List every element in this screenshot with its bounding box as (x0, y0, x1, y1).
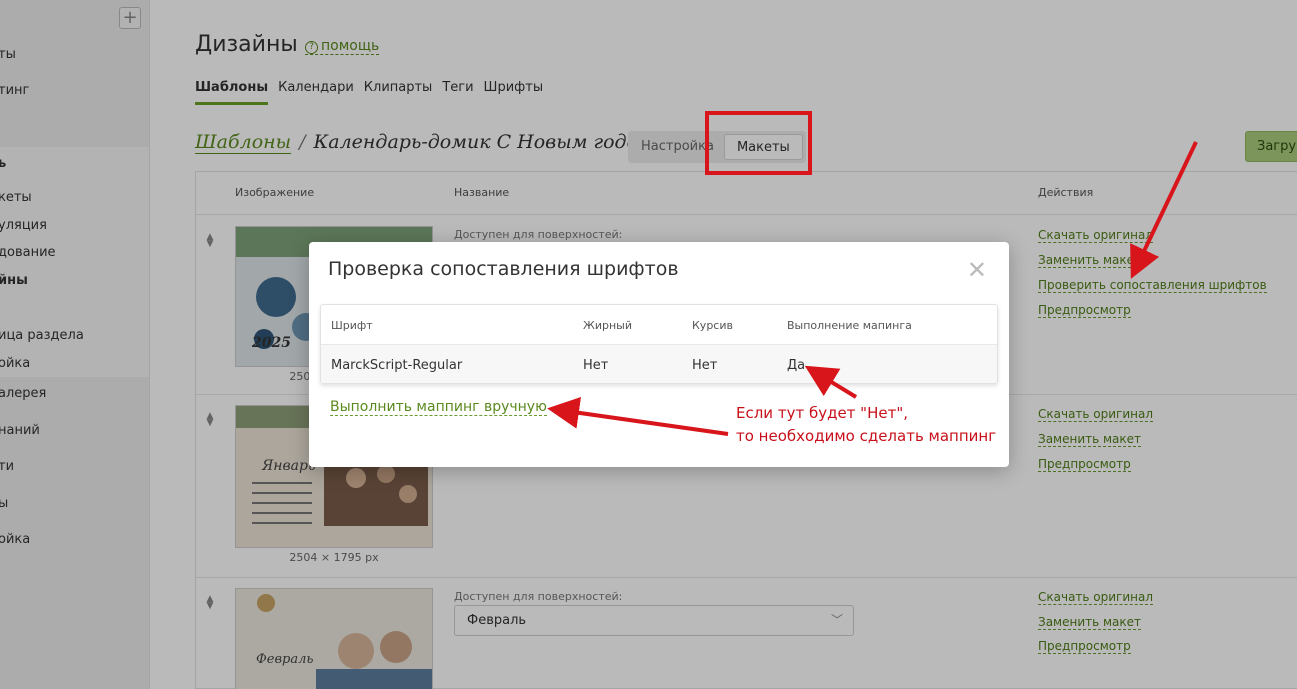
arrow-to-check-mapping (1130, 141, 1198, 279)
arrow-to-mapping-status (804, 365, 858, 399)
annotation-arrows (547, 141, 1198, 436)
arrow-to-manual-link (547, 396, 729, 436)
